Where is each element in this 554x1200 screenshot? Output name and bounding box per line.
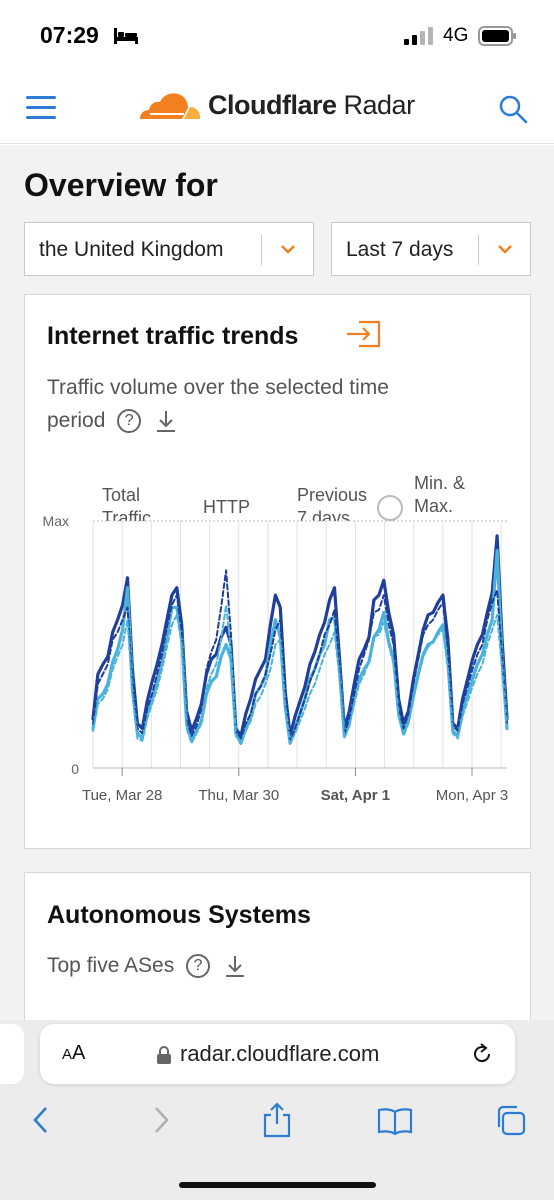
sleep-focus-icon xyxy=(114,28,138,44)
y-axis-label-zero: 0 xyxy=(71,761,79,777)
bookmarks-icon[interactable] xyxy=(376,1102,414,1138)
cloudflare-cloud-icon xyxy=(140,92,200,119)
x-axis: Tue, Mar 28 Thu, Mar 30 Sat, Apr 1 Mon, Apr… xyxy=(82,768,508,804)
chevron-down-icon xyxy=(498,245,512,254)
reload-icon[interactable] xyxy=(470,1042,494,1066)
x-tick-label: Tue, Mar 28 xyxy=(82,787,162,804)
x-tick-label: Thu, Mar 30 xyxy=(198,787,279,804)
x-tick-label: Sat, Apr 1 xyxy=(321,787,390,804)
card-subtitle: Traffic volume over the selected time xyxy=(47,376,389,399)
tabs-icon[interactable] xyxy=(494,1102,528,1138)
page-title: Overview for xyxy=(24,167,218,203)
status-bar: 07:29 4G xyxy=(0,0,554,72)
card-subtitle: Top five ASes xyxy=(47,954,175,977)
chevron-down-icon xyxy=(281,245,295,254)
location-select-value: the United Kingdom xyxy=(39,238,224,261)
help-icon[interactable]: ? xyxy=(186,954,211,979)
download-icon[interactable] xyxy=(224,954,246,978)
reader-options-button[interactable]: AA xyxy=(62,1042,85,1065)
card-subtitle-continued: period xyxy=(47,409,106,432)
hamburger-menu-icon[interactable] xyxy=(26,96,56,120)
battery-icon xyxy=(478,26,516,46)
share-icon[interactable] xyxy=(260,1102,294,1138)
network-type: 4G xyxy=(443,25,469,46)
autonomous-systems-card: Autonomous Systems Top five ASes ? xyxy=(24,872,531,1032)
card-title: Autonomous Systems xyxy=(47,901,311,929)
logo-product: Radar xyxy=(343,90,416,120)
cloudflare-radar-logo[interactable]: Cloudflare Radar xyxy=(138,90,415,121)
url-text: radar.cloudflare.com xyxy=(180,1041,380,1066)
search-icon[interactable] xyxy=(498,94,528,124)
location-select[interactable]: the United Kingdom xyxy=(24,222,314,276)
status-time: 07:29 xyxy=(40,22,99,48)
home-indicator xyxy=(179,1182,376,1188)
date-range-select-value: Last 7 days xyxy=(346,238,454,261)
site-header: Cloudflare Radar xyxy=(0,72,554,144)
forward-icon[interactable] xyxy=(144,1102,178,1138)
cellular-signal-icon xyxy=(404,27,433,45)
logo-brand: Cloudflare xyxy=(208,90,337,120)
main-content: Overview for the United Kingdom Last 7 d… xyxy=(0,145,554,1032)
address-bar[interactable]: AA radar.cloudflare.com xyxy=(40,1024,515,1084)
previous-tab-preview[interactable] xyxy=(0,1024,24,1084)
browser-bottom-bar: AA radar.cloudflare.com xyxy=(0,1020,554,1200)
y-axis-label-max: Max xyxy=(43,513,69,529)
card-title: Internet traffic trends xyxy=(47,322,299,350)
open-in-icon[interactable] xyxy=(345,319,383,349)
x-tick-label: Mon, Apr 3 xyxy=(436,787,509,804)
download-icon[interactable] xyxy=(155,409,177,433)
help-icon[interactable]: ? xyxy=(117,409,142,434)
traffic-chart: Max 0 Tue, Mar 28 Thu, Mar 30 Sat, Apr 1 Mo… xyxy=(43,513,509,804)
traffic-trends-card: Internet traffic trends Traffic volume o… xyxy=(24,294,531,849)
date-range-select[interactable]: Last 7 days xyxy=(331,222,531,276)
lock-icon xyxy=(157,1046,171,1064)
back-icon[interactable] xyxy=(26,1102,60,1138)
